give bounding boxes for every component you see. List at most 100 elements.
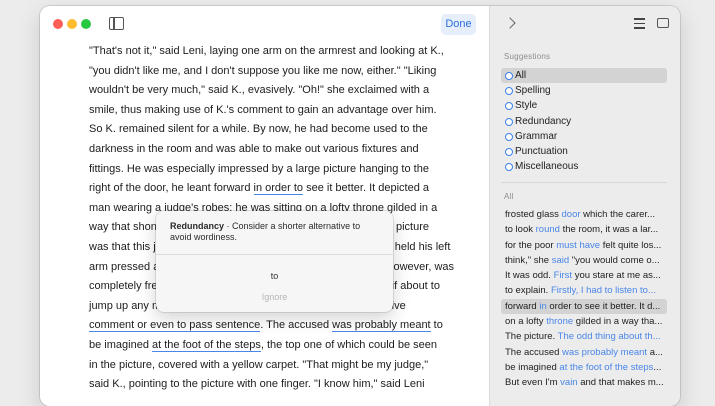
radio-icon (505, 147, 513, 156)
result-item[interactable]: The picture. The odd thing about th... (501, 329, 667, 344)
radio-icon (505, 87, 513, 96)
result-text: ... (653, 361, 662, 373)
result-item[interactable]: frosted glass door which the carer... (501, 207, 667, 222)
sidebar-toggle-icon[interactable] (109, 17, 124, 30)
result-highlight: said (551, 254, 570, 266)
text-line: darkness in the room and was able to mak… (89, 140, 439, 160)
result-highlight: Firstly, I had to listen to... (550, 285, 656, 297)
text-line: right of the door, he leant forward in o… (89, 179, 439, 199)
result-item[interactable]: The accused was probably meant a... (501, 345, 667, 360)
result-text: which the carer... (580, 209, 655, 220)
text-segment: wouldn't be very much," said K., evasive… (89, 84, 430, 97)
result-text: and that makes m... (577, 377, 664, 389)
document-pane: Done "That's not it," said Leni, laying … (40, 6, 489, 406)
result-highlight: throne (546, 316, 574, 328)
minimize-window-button[interactable] (67, 19, 77, 29)
results-list: frosted glass door which the carer... to … (501, 207, 667, 391)
result-highlight: The odd thing about th... (557, 331, 661, 343)
popover-category: Redundancy (170, 221, 225, 231)
result-item[interactable]: on a lofty throne gilded in a way tha... (501, 314, 667, 329)
result-text: you stare at me as... (572, 270, 661, 282)
result-text: order to see it better. It d... (546, 300, 661, 312)
radio-icon (505, 132, 513, 141)
apply-suggestion-button[interactable]: to (156, 271, 393, 281)
result-text: "you would come o... (569, 254, 660, 266)
text-segment: fittings. He was especially impressed by… (89, 162, 429, 175)
category-label: Spelling (515, 85, 551, 97)
text-segment: said K., pointing to the picture with on… (89, 378, 425, 391)
category-redundancy[interactable]: Redundancy (501, 114, 667, 129)
result-highlight: in (539, 300, 547, 312)
radio-icon (505, 117, 513, 126)
maximize-window-button[interactable] (81, 19, 91, 29)
result-highlight: at the foot of the steps (559, 361, 654, 373)
result-item[interactable]: But even I'm vain and that makes m... (501, 375, 667, 390)
flagged-phrase[interactable]: in order to (253, 182, 304, 196)
text-segment: "That's not it," said Leni, laying one a… (89, 45, 444, 57)
text-line: So K. remained silent for a while. By no… (89, 120, 439, 140)
flagged-phrase[interactable]: at the foot of the steps (152, 338, 261, 352)
category-label: Redundancy (515, 115, 572, 127)
result-item[interactable]: be imagined at the foot of the steps... (501, 360, 667, 375)
result-text: on a lofty (505, 316, 547, 328)
result-text: The picture. (505, 331, 558, 343)
result-item[interactable]: to explain. Firstly, I had to listen to.… (501, 283, 667, 298)
result-text: to explain. (505, 285, 551, 297)
category-label: Grammar (515, 130, 558, 142)
category-spelling[interactable]: Spelling (501, 83, 667, 98)
text-line: smile, thus making use of K.'s comment t… (89, 101, 439, 121)
comment-icon[interactable] (657, 18, 669, 28)
result-text: frosted glass (505, 209, 562, 220)
text-line: "you didn't like me, and I don't suppose… (89, 62, 439, 82)
text-line: in the picture, covered with a yellow ca… (89, 356, 439, 376)
result-text: It was odd. (505, 270, 554, 282)
radio-icon (505, 102, 513, 111)
text-line: wouldn't be very much," said K., evasive… (89, 81, 439, 101)
result-highlight: was probably meant (562, 346, 648, 358)
category-punctuation[interactable]: Punctuation (501, 144, 667, 159)
category-style[interactable]: Style (501, 98, 667, 113)
result-text: The accused (505, 346, 563, 358)
result-item[interactable]: to look round the room, it was a lar... (501, 222, 667, 237)
text-line: comment or even to pass sentence. The ac… (89, 316, 443, 336)
category-miscellaneous[interactable]: Miscellaneous (501, 159, 667, 174)
result-item[interactable]: for the poor must have felt quite los... (501, 238, 667, 253)
category-grammar[interactable]: Grammar (501, 129, 667, 144)
category-label: Style (515, 100, 538, 112)
close-window-button[interactable] (53, 19, 63, 29)
result-text: for the poor (505, 239, 557, 251)
text-segment: So K. remained silent for a while. By no… (89, 123, 428, 136)
text-segment: right of the door, he leant forward (89, 182, 254, 195)
text-segment: darkness in the room and was able to mak… (89, 142, 419, 155)
suggestions-sidebar: Suggestions All Spelling Style Redundancy Gr… (489, 6, 680, 406)
result-text: the room, it was a lar... (559, 224, 659, 236)
text-segment: smile, thus making use of K.'s comment t… (89, 103, 437, 116)
category-list: All Spelling Style Redundancy Grammar Punctua… (501, 68, 667, 174)
sidebar-divider (501, 182, 667, 183)
result-highlight: vain (560, 377, 578, 389)
done-button[interactable]: Done (441, 14, 476, 35)
list-view-icon[interactable] (634, 18, 645, 29)
result-item[interactable]: It was odd. First you stare at me as... (501, 268, 667, 283)
category-label: Punctuation (515, 145, 568, 157)
suggestion-popover: Redundancy · Consider a shorter alternat… (156, 211, 393, 312)
chevron-right-icon[interactable] (504, 17, 516, 29)
result-highlight: must have (556, 239, 601, 251)
flagged-phrase[interactable]: was probably meant (332, 319, 431, 333)
flagged-phrase[interactable]: comment or even to pass sentence (89, 319, 261, 333)
result-text: a... (647, 346, 663, 358)
radio-icon (505, 72, 513, 80)
radio-icon (505, 163, 513, 172)
category-label: All (515, 70, 527, 81)
result-text: But even I'm (505, 377, 561, 389)
ignore-button[interactable]: Ignore (156, 292, 393, 302)
text-line: be imagined at the foot of the steps, th… (89, 336, 439, 356)
result-item[interactable]: forward in order to see it better. It d.… (501, 298, 667, 315)
result-item[interactable]: think," she said "you would come o... (501, 253, 667, 268)
text-segment: in the picture, covered with a yellow ca… (89, 358, 429, 371)
category-all[interactable]: All (501, 68, 667, 84)
popover-divider (156, 254, 393, 255)
result-text: forward (505, 300, 540, 312)
suggestions-heading: Suggestions (504, 52, 551, 61)
result-highlight: First (553, 270, 573, 282)
